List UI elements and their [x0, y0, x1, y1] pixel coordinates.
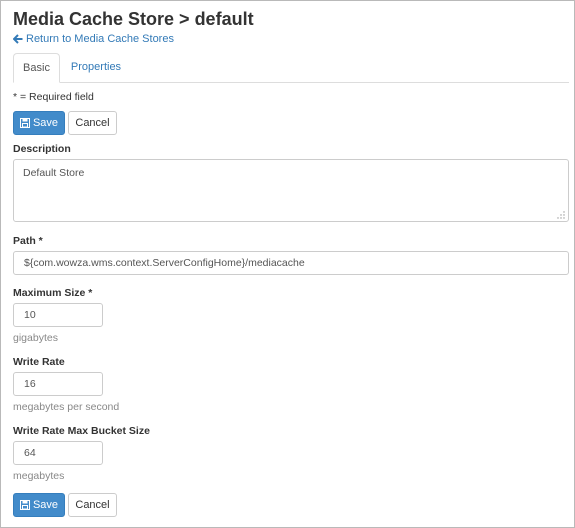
write-rate-label: Write Rate — [13, 356, 65, 368]
max-size-unit: gigabytes — [13, 332, 58, 344]
resize-grip-icon[interactable] — [557, 210, 565, 219]
description-textarea[interactable]: Default Store — [13, 159, 569, 222]
cancel-button-top[interactable]: Cancel — [68, 111, 117, 135]
required-field-note: * = Required field — [13, 91, 94, 103]
write-rate-unit: megabytes per second — [13, 401, 120, 413]
floppy-disk-icon — [19, 500, 30, 510]
bucket-size-input[interactable]: 64 — [13, 441, 103, 465]
max-size-input[interactable]: 10 — [13, 303, 103, 327]
page-frame: Media Cache Store > default Return to Me… — [0, 0, 575, 528]
bucket-size-label: Write Rate Max Bucket Size — [13, 425, 150, 437]
arrow-left-icon — [13, 34, 23, 44]
page-title: Media Cache Store > default — [13, 9, 254, 29]
description-value: Default Store — [23, 167, 85, 179]
save-button-label: Save — [32, 117, 59, 129]
save-button-bottom[interactable]: Save — [13, 493, 65, 517]
description-label: Description — [13, 143, 71, 155]
save-button-label: Save — [32, 499, 59, 511]
return-link-label: Return to Media Cache Stores — [26, 33, 174, 45]
path-label: Path * — [13, 235, 43, 247]
write-rate-input[interactable]: 16 — [13, 372, 103, 396]
bucket-size-unit: megabytes — [13, 470, 65, 482]
max-size-label: Maximum Size * — [13, 287, 93, 299]
return-link[interactable]: Return to Media Cache Stores — [13, 33, 174, 45]
path-input[interactable]: ${com.wowza.wms.context.ServerConfigHome… — [13, 251, 569, 275]
floppy-disk-icon — [19, 118, 30, 128]
tab-basic[interactable]: Basic — [13, 53, 60, 83]
cancel-button-bottom[interactable]: Cancel — [68, 493, 117, 517]
tab-properties[interactable]: Properties — [63, 53, 129, 83]
save-button-top[interactable]: Save — [13, 111, 65, 135]
